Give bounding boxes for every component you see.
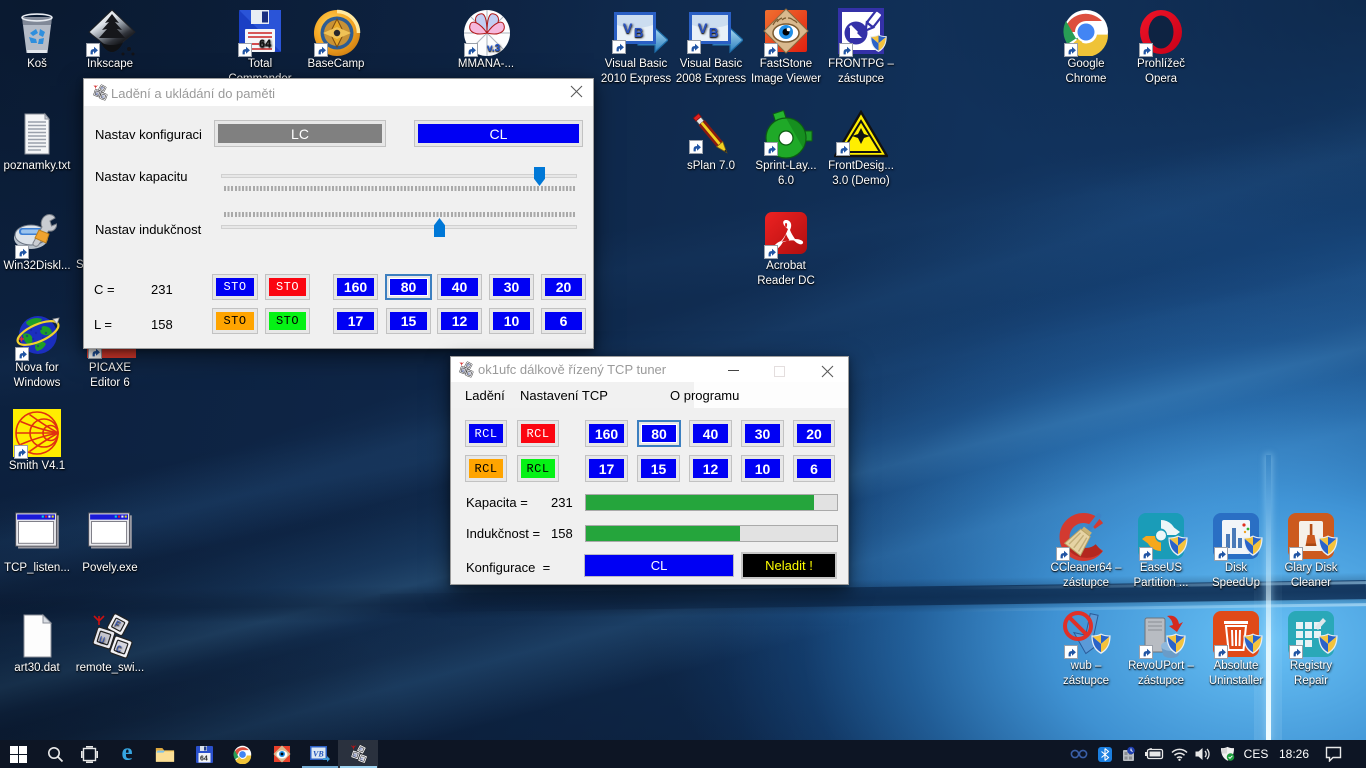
svg-text:B: B: [634, 25, 643, 40]
svg-text:V: V: [623, 20, 633, 36]
svg-text:VB: VB: [313, 750, 324, 759]
svg-text:B: B: [709, 25, 718, 40]
svg-text:64: 64: [259, 38, 272, 50]
svg-text:V: V: [698, 20, 708, 36]
svg-text:v.3: v.3: [487, 43, 501, 54]
svg-text:64: 64: [200, 755, 208, 762]
